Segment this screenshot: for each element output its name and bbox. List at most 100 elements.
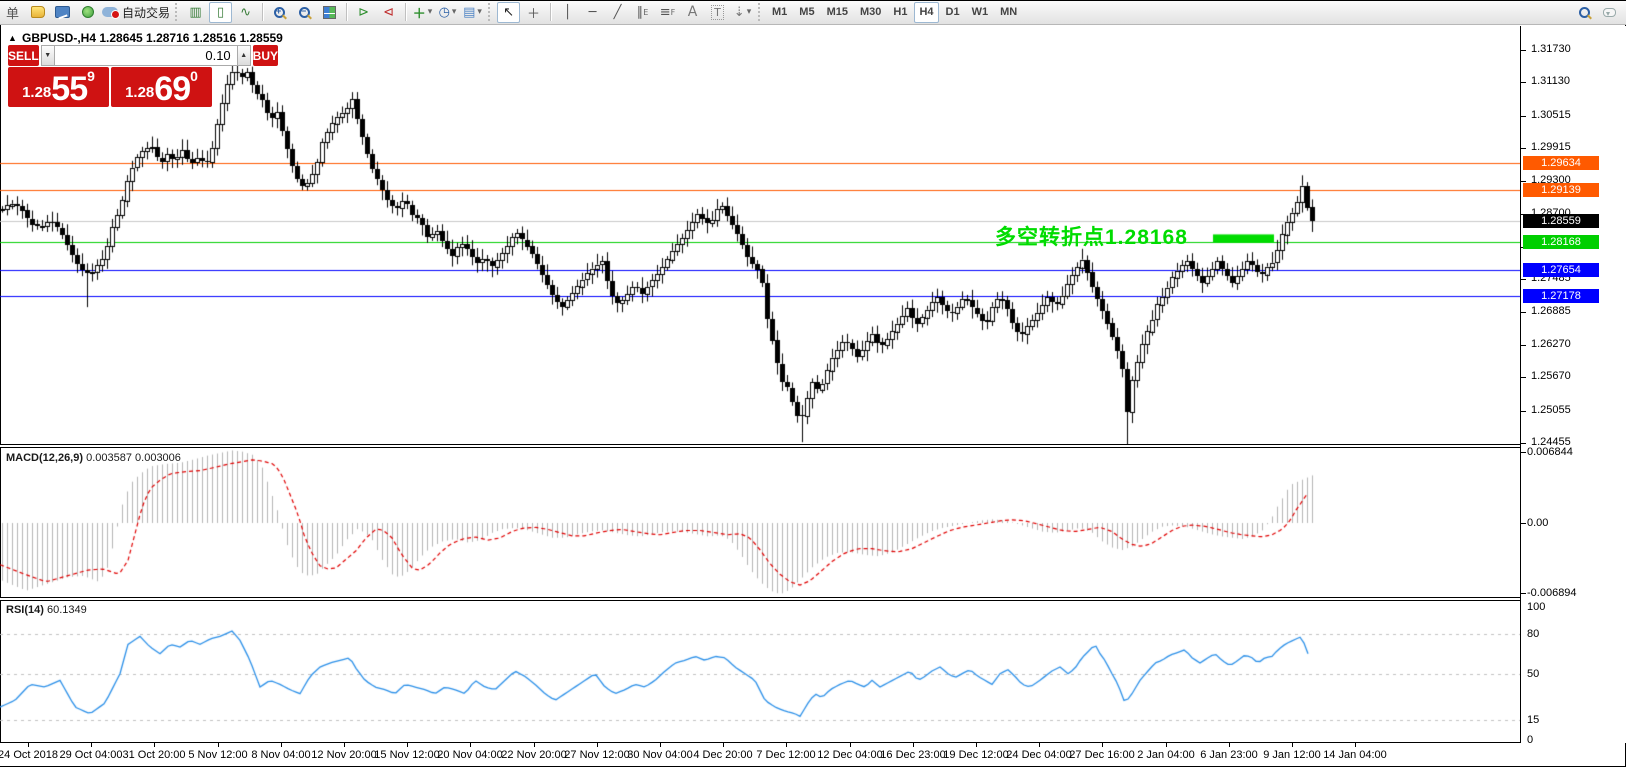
label-button[interactable]: T <box>706 2 729 23</box>
time-tick-mark <box>1039 743 1040 747</box>
pivot-annotation[interactable]: 多空转折点1.28168 <box>995 221 1188 251</box>
volume-down-button[interactable]: ▼ <box>41 45 55 66</box>
chart-title: GBPUSD-,H4 1.28645 1.28716 1.28516 1.285… <box>22 31 283 45</box>
main-toolbar: 单 自动交易 ▥ ▯ ∿ + − ⊳ ⊲ ＋▾ ◷▾ ▤▾ ↖ ＋ │ ─ ╱ … <box>0 0 1626 25</box>
price-tick-label: 1.25055 <box>1531 404 1571 416</box>
timeframe-h1[interactable]: H1 <box>888 2 912 23</box>
timeframe-h4[interactable]: H4 <box>914 2 938 23</box>
fibonacci-button[interactable]: ≡F <box>656 2 679 23</box>
search-icon <box>1579 7 1590 18</box>
sell-price-display[interactable]: 1.28 55 9 <box>8 67 109 107</box>
text-button[interactable]: A <box>681 2 704 23</box>
zoom-out-button[interactable]: − <box>293 2 316 23</box>
zoom-out-icon: − <box>299 7 310 18</box>
timeframe-m15[interactable]: M15 <box>822 2 853 23</box>
price-tick-mark <box>1521 345 1526 346</box>
chart-window-button[interactable] <box>51 2 74 23</box>
chat-button[interactable] <box>1598 2 1621 23</box>
price-tick-label: 1.25670 <box>1531 370 1571 382</box>
sell-price-small: 1.28 <box>22 84 51 101</box>
time-tick-label: 9 Jan 12:00 <box>1263 749 1321 761</box>
buy-price-display[interactable]: 1.28 69 0 <box>111 67 212 107</box>
time-tick-label: 24 Oct 2018 <box>0 749 58 761</box>
price-tick-label: 1.26885 <box>1531 305 1571 317</box>
chart-shift-button[interactable]: ⊲ <box>377 2 400 23</box>
zoom-in-button[interactable]: + <box>268 2 291 23</box>
signals-button[interactable] <box>76 2 99 23</box>
volume-input[interactable] <box>55 45 237 66</box>
collapse-triangle-icon[interactable]: ▲ <box>8 33 17 43</box>
main-chart-canvas[interactable] <box>0 26 1520 444</box>
auto-scroll-icon: ⊳ <box>358 5 369 20</box>
timeframe-m5[interactable]: M5 <box>794 2 819 23</box>
price-tick-mark <box>1521 116 1526 117</box>
sell-button[interactable]: SELL <box>8 45 39 66</box>
time-tick-label: 27 Nov 12:00 <box>564 749 629 761</box>
cursor-button[interactable]: ↖ <box>497 2 520 23</box>
price-level-badge: 1.27178 <box>1523 289 1599 303</box>
templates-icon: ▤ <box>463 5 475 20</box>
price-level-badge: 1.28168 <box>1523 235 1599 249</box>
chart-border-bottom <box>0 766 1626 767</box>
line-chart-button[interactable]: ∿ <box>234 2 257 23</box>
crosshair-button[interactable]: ＋ <box>522 2 545 23</box>
macd-axis-label: 0.00 <box>1527 517 1548 529</box>
candles-chart-button[interactable]: ▯ <box>209 2 232 23</box>
buy-button[interactable]: BUY <box>253 45 278 66</box>
timeframe-m30[interactable]: M30 <box>855 2 886 23</box>
timeframe-d1[interactable]: D1 <box>941 2 965 23</box>
time-tick-label: 24 Dec 04:00 <box>1006 749 1071 761</box>
price-axis[interactable]: 1.317301.311301.305151.299151.293001.287… <box>1521 26 1626 743</box>
templates-button[interactable]: ▤▾ <box>461 2 484 23</box>
price-tick-mark <box>1521 279 1526 280</box>
timeframe-mn[interactable]: MN <box>995 2 1022 23</box>
chat-icon <box>1603 8 1616 17</box>
auto-trading-button[interactable]: 自动交易 <box>101 2 171 23</box>
trendline-button[interactable]: ╱ <box>606 2 629 23</box>
time-tick-mark <box>1229 743 1230 747</box>
signal-icon <box>82 6 94 18</box>
vertical-line-button[interactable]: │ <box>556 2 579 23</box>
rsi-axis-label: 50 <box>1527 668 1539 680</box>
toolbar-grip <box>488 3 493 21</box>
toolbar-separator <box>550 3 551 21</box>
pane-splitter-rsi[interactable] <box>0 597 1626 601</box>
vertical-line-icon: │ <box>564 5 572 20</box>
tile-windows-button[interactable] <box>318 2 341 23</box>
macd-label: MACD(12,26,9) 0.003587 0.003006 <box>6 452 181 464</box>
rsi-canvas[interactable] <box>0 601 1520 742</box>
new-order-button[interactable]: 单 <box>1 2 24 23</box>
timeframe-m1[interactable]: M1 <box>767 2 792 23</box>
horizontal-line-icon: ─ <box>589 5 597 20</box>
search-button[interactable] <box>1573 2 1596 23</box>
price-tick-label: 1.31130 <box>1531 75 1570 87</box>
pane-splitter-macd[interactable] <box>0 444 1626 448</box>
macd-canvas[interactable] <box>0 448 1520 597</box>
price-level-badge: 1.28559 <box>1523 214 1599 228</box>
auto-scroll-button[interactable]: ⊳ <box>352 2 375 23</box>
macd-tick-mark <box>1521 523 1526 524</box>
time-tick-label: 8 Nov 04:00 <box>251 749 310 761</box>
indicators-button[interactable]: ＋▾ <box>411 2 434 23</box>
toolbar-grip <box>758 3 763 21</box>
horizontal-line-button[interactable]: ─ <box>581 2 604 23</box>
channel-button[interactable]: ∥E <box>631 2 654 23</box>
time-tick-label: 2 Jan 04:00 <box>1137 749 1195 761</box>
price-level-badge: 1.29634 <box>1523 156 1599 170</box>
market-watch-button[interactable] <box>26 2 49 23</box>
price-level-badge: 1.27654 <box>1523 263 1599 277</box>
rsi-value: 60.1349 <box>47 604 87 616</box>
arrows-button[interactable]: ⇣▾ <box>731 2 754 23</box>
volume-up-button[interactable]: ▲ <box>237 45 251 66</box>
time-tick-mark <box>723 743 724 747</box>
indicators-icon: ＋ <box>413 3 426 22</box>
crosshair-icon: ＋ <box>527 3 540 22</box>
bars-chart-button[interactable]: ▥ <box>184 2 207 23</box>
toolbar-separator <box>346 3 347 21</box>
clock-icon: ◷ <box>439 5 450 20</box>
price-tick-mark <box>1521 82 1526 83</box>
time-tick-mark <box>28 743 29 747</box>
timeframe-w1[interactable]: W1 <box>967 2 994 23</box>
time-axis[interactable]: 24 Oct 201829 Oct 04:0031 Oct 20:005 Nov… <box>0 743 1520 766</box>
periods-button[interactable]: ◷▾ <box>436 2 459 23</box>
